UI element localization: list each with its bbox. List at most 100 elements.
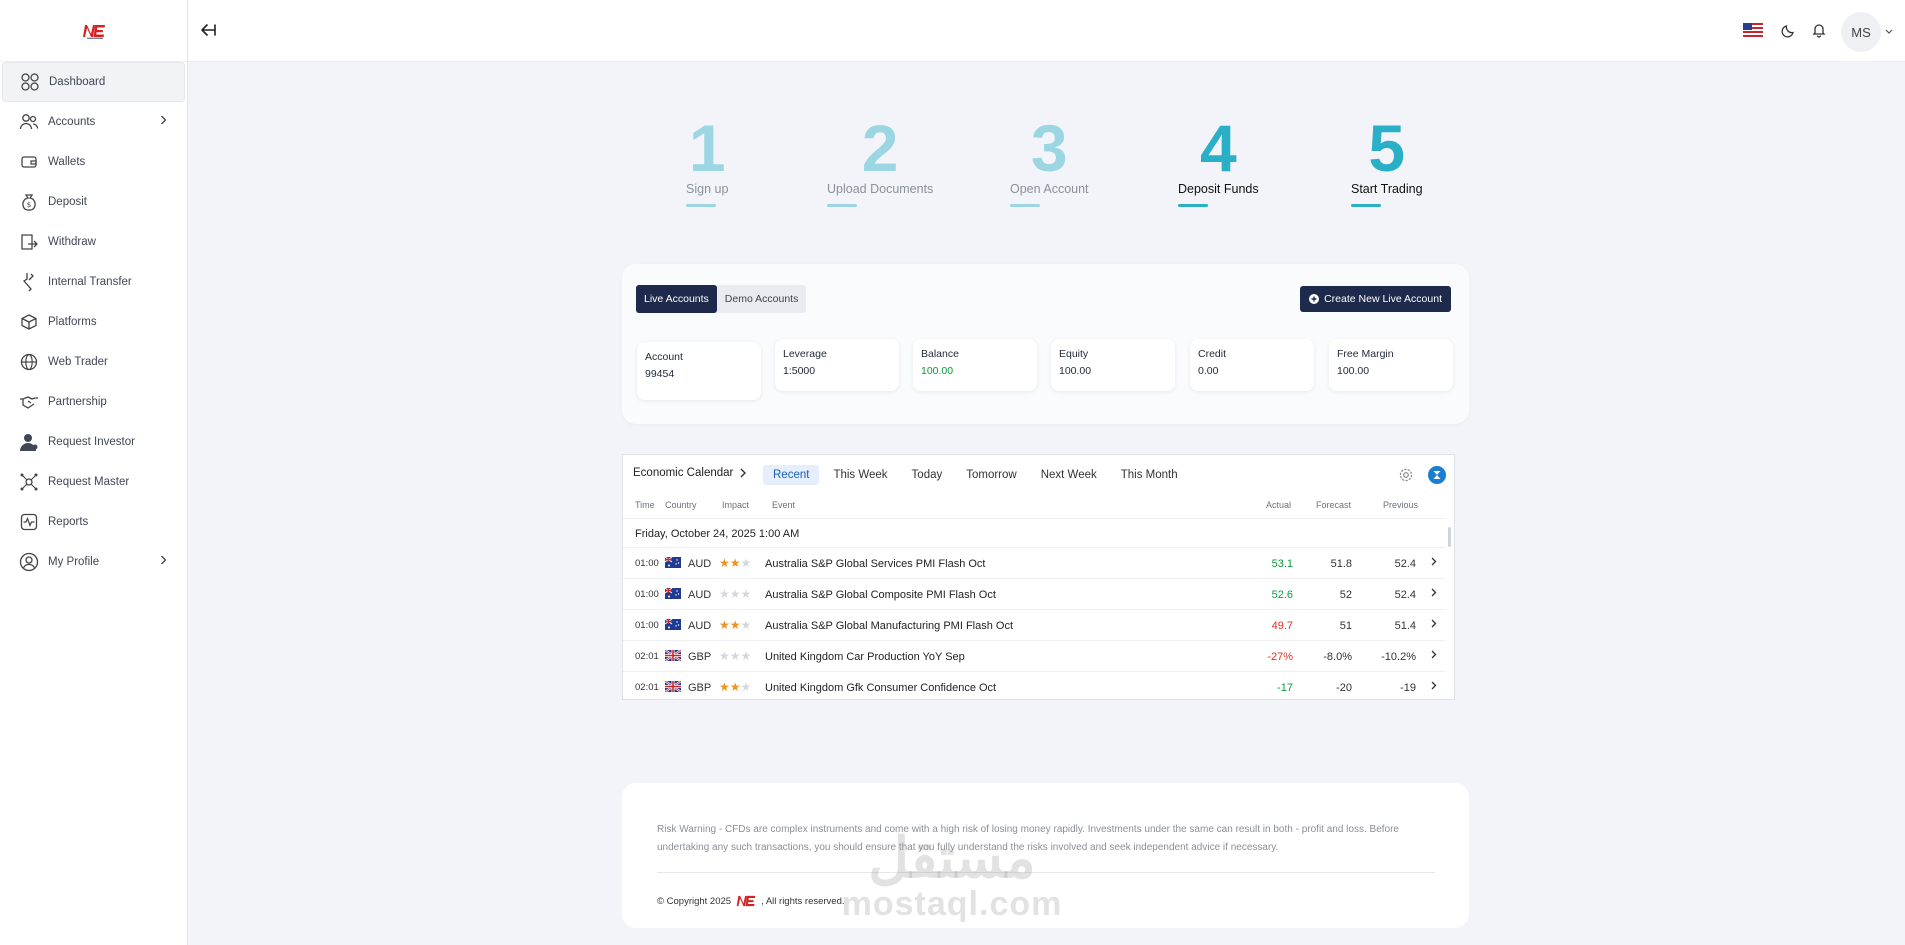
impact-stars-icon: ★★★ xyxy=(719,680,752,694)
row-event: Australia S&P Global Composite PMI Flash… xyxy=(765,589,996,601)
tab-this-month[interactable]: This Month xyxy=(1111,465,1188,485)
watermark-arabic: مستقل xyxy=(868,826,1036,889)
moon-icon[interactable] xyxy=(1781,22,1797,43)
stat-key: Equity xyxy=(1059,348,1089,360)
col-time: Time xyxy=(635,500,655,510)
sidebar-item-label: Platforms xyxy=(48,316,97,328)
stat-balance: Balance 100.00 xyxy=(913,339,1037,391)
stat-value: 100.00 xyxy=(921,365,954,377)
avatar[interactable]: MS xyxy=(1841,12,1881,52)
create-live-account-button[interactable]: Create New Live Account xyxy=(1300,286,1451,312)
copyright-suffix: , All rights reserved. xyxy=(761,895,845,907)
table-row[interactable]: 02:01 GBP ★★★ United Kingdom Car Production… xyxy=(623,641,1445,672)
sidebar: Dashboard Accounts Wallets $ Deposit Withdraw… xyxy=(0,0,188,945)
sidebar-item-platforms[interactable]: Platforms xyxy=(2,302,185,342)
calendar-tabs: Recent This Week Today Tomorrow Next Wee… xyxy=(763,465,1188,485)
scrollbar[interactable] xyxy=(1448,527,1451,547)
step-5: 5 Start Trading xyxy=(1351,110,1423,207)
step-number: 3 xyxy=(1030,111,1068,185)
tab-this-week[interactable]: This Week xyxy=(823,465,897,485)
row-previous: 52.4 xyxy=(1394,589,1416,601)
australia-flag-icon xyxy=(664,618,681,630)
money-bag-icon: $ xyxy=(18,191,40,213)
sidebar-item-label: Internal Transfer xyxy=(48,276,132,288)
create-button-label: Create New Live Account xyxy=(1324,293,1442,305)
stat-value: 0.00 xyxy=(1198,365,1219,377)
users-icon xyxy=(18,111,40,133)
table-row[interactable]: 02:01 GBP ★★★ United Kingdom Gfk Consumer C… xyxy=(623,672,1445,699)
row-actual: -27% xyxy=(1267,651,1293,663)
step-label: Open Account xyxy=(1010,182,1089,196)
stat-key: Free Margin xyxy=(1337,348,1394,360)
stat-free-margin: Free Margin 100.00 xyxy=(1329,339,1453,391)
sidebar-item-partnership[interactable]: Partnership xyxy=(2,382,185,422)
chevron-right-icon[interactable] xyxy=(1431,619,1437,631)
tab-next-week[interactable]: Next Week xyxy=(1031,465,1107,485)
economic-calendar: Economic Calendar Recent This Week Today… xyxy=(622,454,1455,700)
row-time: 01:00 xyxy=(635,589,659,600)
sidebar-item-dashboard[interactable]: Dashboard xyxy=(2,62,185,102)
chevron-right-icon xyxy=(160,115,167,128)
australia-flag-icon xyxy=(664,587,681,599)
sidebar-item-my-profile[interactable]: My Profile xyxy=(2,542,185,582)
stat-key: Balance xyxy=(921,348,959,360)
chevron-right-icon[interactable] xyxy=(1431,588,1437,600)
dashboard-grid-icon xyxy=(19,71,41,93)
impact-stars-icon: ★★★ xyxy=(719,618,752,632)
tab-demo-accounts[interactable]: Demo Accounts xyxy=(717,285,807,313)
calendar-title[interactable]: Economic Calendar xyxy=(633,467,747,479)
sidebar-item-label: Withdraw xyxy=(48,236,96,248)
row-currency: AUD xyxy=(688,620,712,632)
stat-account[interactable]: Account 99454 xyxy=(637,342,761,400)
step-4: 4 Deposit Funds xyxy=(1178,110,1259,207)
network-icon xyxy=(18,471,40,493)
handshake-icon xyxy=(18,391,40,413)
sidebar-item-internal-transfer[interactable]: Internal Transfer xyxy=(2,262,185,302)
copyright-prefix: © Copyright 2025 xyxy=(657,895,732,907)
table-row[interactable]: 01:00 AUD ★★★ Australia S&P Global Services… xyxy=(623,548,1445,579)
user-menu[interactable]: MS xyxy=(1841,12,1893,52)
step-number: 5 xyxy=(1368,111,1406,185)
tab-today[interactable]: Today xyxy=(902,465,953,485)
step-label: Deposit Funds xyxy=(1178,182,1259,196)
sidebar-item-label: Partnership xyxy=(48,396,107,408)
sidebar-item-web-trader[interactable]: Web Trader xyxy=(2,342,185,382)
australia-flag-icon xyxy=(664,556,681,568)
watermark-latin: mostaql.com xyxy=(841,885,1063,923)
chevron-right-icon[interactable] xyxy=(1431,650,1437,662)
settings-gear-icon[interactable] xyxy=(1398,467,1414,483)
sidebar-item-request-investor[interactable]: Request Investor xyxy=(2,422,185,462)
step-number: 2 xyxy=(861,111,899,185)
chevron-right-icon[interactable] xyxy=(1431,681,1437,693)
sidebar-item-withdraw[interactable]: Withdraw xyxy=(2,222,185,262)
step-1: 1 Sign up xyxy=(686,110,728,207)
sidebar-item-deposit[interactable]: $ Deposit xyxy=(2,182,185,222)
sidebar-item-wallets[interactable]: Wallets xyxy=(2,142,185,182)
row-currency: AUD xyxy=(688,558,712,570)
brand-logo[interactable] xyxy=(0,0,187,62)
tab-live-accounts[interactable]: Live Accounts xyxy=(636,285,717,313)
chevron-right-icon[interactable] xyxy=(1431,557,1437,569)
row-previous: -19 xyxy=(1400,682,1416,694)
filter-icon[interactable] xyxy=(1428,466,1446,484)
sidebar-item-label: Dashboard xyxy=(49,76,106,88)
chevron-right-icon xyxy=(160,555,167,568)
tab-recent[interactable]: Recent xyxy=(763,465,820,485)
back-arrow-icon[interactable] xyxy=(198,20,218,45)
chevron-right-icon xyxy=(740,468,747,478)
row-time: 02:01 xyxy=(635,651,659,662)
date-group-header: Friday, October 24, 2025 1:00 AM xyxy=(623,518,1445,548)
table-row[interactable]: 01:00 AUD ★★★ Australia S&P Global Manufact… xyxy=(623,610,1445,641)
sidebar-item-accounts[interactable]: Accounts xyxy=(2,102,185,142)
sidebar-item-request-master[interactable]: Request Master xyxy=(2,462,185,502)
table-row[interactable]: 01:00 AUD ★★★ Australia S&P Global Composit… xyxy=(623,579,1445,610)
us-flag-icon[interactable] xyxy=(1743,22,1763,42)
svg-text:$: $ xyxy=(27,201,31,209)
tab-tomorrow[interactable]: Tomorrow xyxy=(956,465,1026,485)
sidebar-item-reports[interactable]: Reports xyxy=(2,502,185,542)
chevron-down-icon[interactable] xyxy=(1885,29,1893,35)
row-event: Australia S&P Global Manufacturing PMI F… xyxy=(765,620,1014,632)
bell-icon[interactable] xyxy=(1811,22,1827,43)
row-currency: GBP xyxy=(688,682,712,694)
profile-icon xyxy=(18,551,40,573)
